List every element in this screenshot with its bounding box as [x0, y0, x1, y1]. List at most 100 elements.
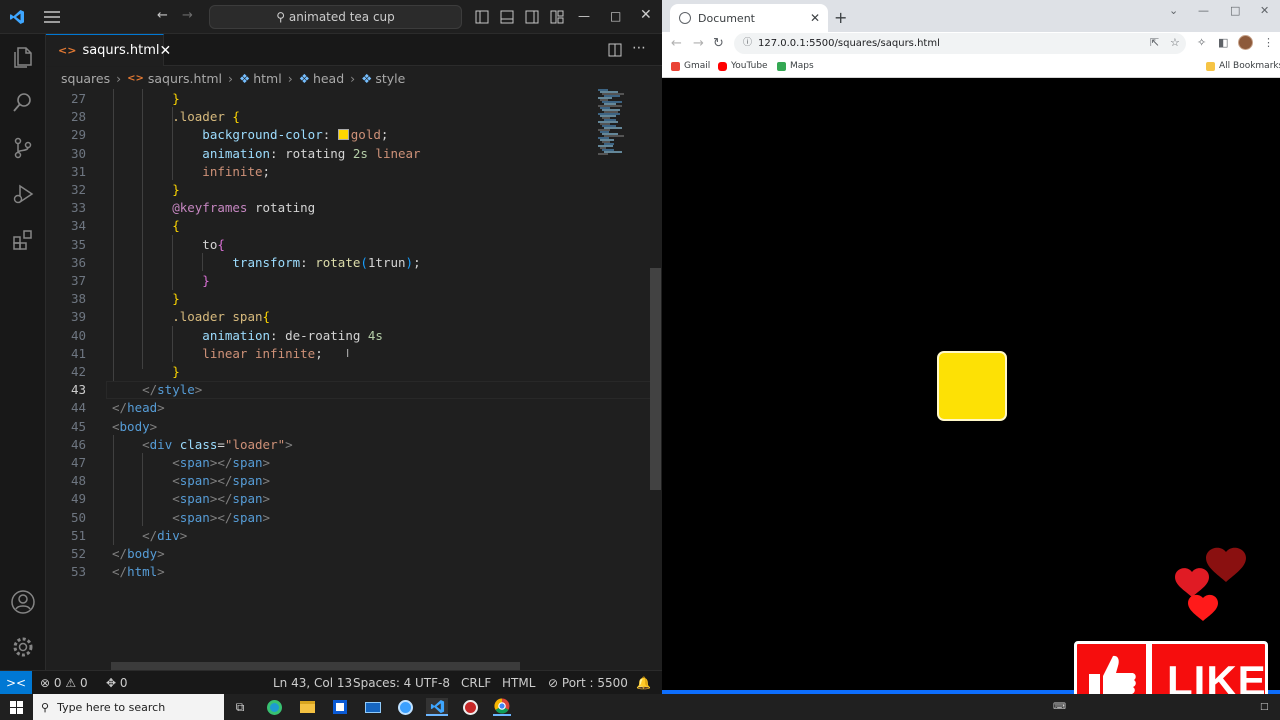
explorer-icon[interactable]: [8, 42, 38, 72]
code-line[interactable]: 44 </head>: [46, 399, 606, 417]
customize-layout-icon[interactable]: [550, 10, 564, 24]
bookmark-gmail[interactable]: Gmail: [671, 61, 710, 71]
ports-indicator[interactable]: ✥ 0: [106, 676, 128, 690]
minimize-icon[interactable]: —: [578, 9, 590, 23]
breadcrumb-style[interactable]: style: [375, 71, 405, 86]
code-line[interactable]: 38 }: [46, 290, 606, 308]
extensions-puzzle-icon[interactable]: ✧: [1197, 36, 1206, 49]
code-line[interactable]: 45 <body>: [46, 418, 606, 436]
close-tab-icon[interactable]: ✕: [160, 43, 172, 59]
bookmark-maps[interactable]: Maps: [777, 61, 814, 71]
windows-start-icon[interactable]: [0, 694, 32, 720]
chevron-down-icon[interactable]: ⌄: [1169, 4, 1178, 17]
code-line[interactable]: 34 {: [46, 217, 606, 235]
source-control-icon[interactable]: [8, 133, 38, 163]
color-swatch[interactable]: [337, 129, 349, 141]
account-icon[interactable]: [8, 587, 38, 617]
toggle-sidebar-icon[interactable]: [475, 10, 489, 24]
live-server-port[interactable]: ⊘ Port : 5500: [548, 676, 628, 690]
app-icon[interactable]: [396, 698, 414, 716]
close-tab-icon[interactable]: ✕: [810, 11, 820, 25]
code-line[interactable]: 32 }: [46, 181, 606, 199]
code-line[interactable]: 42 }: [46, 363, 606, 381]
split-editor-icon[interactable]: [608, 43, 622, 57]
tab-saqurs-html[interactable]: <> saqurs.html ✕: [46, 34, 171, 66]
all-bookmarks[interactable]: All Bookmarks: [1206, 61, 1280, 71]
code-line[interactable]: 30 animation: rotating 2s linear: [46, 145, 606, 163]
code-line[interactable]: 31 infinite;: [46, 163, 606, 181]
close-icon[interactable]: ✕: [640, 7, 652, 23]
breadcrumb-file[interactable]: saqurs.html: [148, 71, 222, 86]
language-mode[interactable]: HTML: [502, 676, 535, 690]
code-line[interactable]: 29 background-color: gold;: [46, 126, 606, 144]
edge-icon[interactable]: [265, 698, 283, 716]
file-explorer-icon[interactable]: [298, 698, 316, 716]
code-line[interactable]: 48 <span></span>: [46, 472, 606, 490]
maximize-icon[interactable]: □: [610, 9, 621, 23]
code-line[interactable]: 53 </html>: [46, 563, 606, 581]
maximize-icon[interactable]: □: [1230, 4, 1240, 17]
code-line[interactable]: 43 </style>: [46, 381, 606, 399]
horizontal-scrollbar[interactable]: [111, 662, 520, 670]
code-line[interactable]: 46 <div class="loader">: [46, 436, 606, 454]
breadcrumb-head[interactable]: head: [313, 71, 344, 86]
bookmark-star-icon[interactable]: ☆: [1170, 36, 1180, 49]
mail-icon[interactable]: [364, 698, 382, 716]
settings-gear-icon[interactable]: [8, 632, 38, 662]
tab-document[interactable]: Document ✕: [670, 4, 828, 32]
minimize-icon[interactable]: —: [1198, 4, 1209, 17]
share-icon[interactable]: ⇱: [1150, 36, 1159, 49]
task-view-icon[interactable]: ⧉: [231, 698, 249, 716]
breadcrumb-folder[interactable]: squares: [61, 71, 110, 86]
notification-icon[interactable]: □: [1260, 702, 1269, 712]
profile-avatar[interactable]: [1238, 35, 1253, 50]
toggle-panel-icon[interactable]: [500, 10, 514, 24]
more-actions-icon[interactable]: ⋯: [632, 40, 647, 56]
notifications-bell-icon[interactable]: 🔔: [636, 676, 651, 690]
code-line[interactable]: 40 animation: de-roating 4s: [46, 327, 606, 345]
vertical-scrollbar[interactable]: [650, 268, 661, 490]
forward-arrow-icon[interactable]: →: [693, 36, 704, 51]
code-line[interactable]: 41 linear infinite;: [46, 345, 606, 363]
app-red-icon[interactable]: [461, 698, 479, 716]
indentation[interactable]: Spaces: 4: [353, 676, 411, 690]
remote-indicator[interactable]: ><: [0, 671, 32, 695]
code-line[interactable]: 36 transform: rotate(1trun);: [46, 254, 606, 272]
code-line[interactable]: 37 }: [46, 272, 606, 290]
side-panel-icon[interactable]: ◧: [1218, 36, 1228, 49]
command-center[interactable]: ⚲ animated tea cup: [209, 5, 462, 29]
cursor-position[interactable]: Ln 43, Col 13: [273, 676, 352, 690]
back-arrow-icon[interactable]: ←: [157, 9, 168, 23]
chrome-taskbar-icon[interactable]: [493, 698, 511, 716]
code-line[interactable]: 28 .loader {: [46, 108, 606, 126]
menu-icon[interactable]: [44, 11, 60, 23]
code-line[interactable]: 33 @keyframes rotating: [46, 199, 606, 217]
reload-icon[interactable]: ↻: [713, 36, 724, 51]
code-line[interactable]: 52 </body>: [46, 545, 606, 563]
vscode-taskbar-icon[interactable]: [426, 698, 448, 716]
problems-indicator[interactable]: ⊗ 0 ⚠ 0: [40, 676, 88, 690]
code-line[interactable]: 35 to{: [46, 236, 606, 254]
address-bar[interactable]: ⓘ 127.0.0.1:5500/squares/saqurs.html: [734, 33, 1186, 54]
store-icon[interactable]: [331, 698, 349, 716]
code-editor[interactable]: 27 } 28 .loader {29 background-color: gol…: [46, 89, 662, 670]
run-debug-icon[interactable]: [8, 179, 38, 209]
taskbar-search[interactable]: ⚲ Type here to search: [33, 694, 224, 720]
code-line[interactable]: 50 <span></span>: [46, 509, 606, 527]
bookmark-youtube[interactable]: YouTube: [718, 61, 768, 71]
line-ending[interactable]: CRLF: [461, 676, 491, 690]
extensions-icon[interactable]: [8, 225, 38, 255]
toggle-secondary-sidebar-icon[interactable]: [525, 10, 539, 24]
code-line[interactable]: 47 <span></span>: [46, 454, 606, 472]
new-tab-plus-icon[interactable]: +: [834, 8, 847, 27]
code-line[interactable]: 51 </div>: [46, 527, 606, 545]
close-icon[interactable]: ✕: [1260, 4, 1269, 17]
back-arrow-icon[interactable]: ←: [671, 36, 682, 51]
search-icon[interactable]: [8, 87, 38, 117]
forward-arrow-icon[interactable]: →: [182, 9, 193, 23]
encoding[interactable]: UTF-8: [415, 676, 450, 690]
code-line[interactable]: 39 .loader span{: [46, 308, 606, 326]
minimap[interactable]: [598, 89, 648, 159]
more-menu-icon[interactable]: ⋮: [1263, 36, 1274, 49]
breadcrumb-html[interactable]: html: [253, 71, 281, 86]
